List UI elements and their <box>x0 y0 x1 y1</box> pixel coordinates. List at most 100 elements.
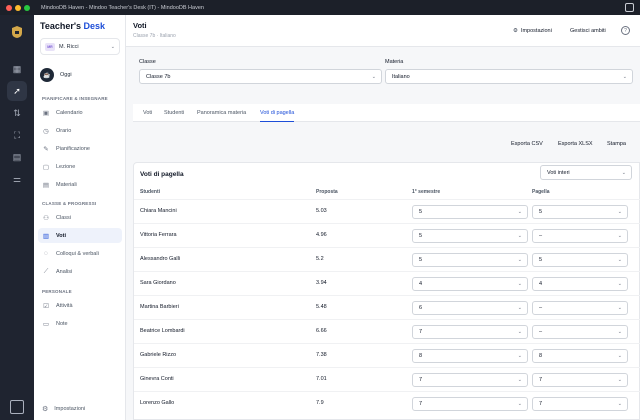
semester-grade-select[interactable]: 4 ⌄ <box>412 277 528 291</box>
student-name: Martina Barbieri <box>140 304 179 310</box>
subject-select[interactable]: Italiano ⌄ <box>385 69 633 84</box>
report-grade-value: 8 <box>539 353 543 359</box>
chevron-down-icon: ⌄ <box>617 377 622 383</box>
sidebar-item-label: Pianificazione <box>56 145 90 152</box>
settings-button[interactable]: ⚙ Impostazioni <box>513 24 552 38</box>
sidebar-item-materiali[interactable]: ▤ Materiali <box>38 177 122 192</box>
chevron-down-icon: ⌄ <box>617 353 622 359</box>
tab-studenti[interactable]: Studenti <box>164 104 184 122</box>
sidebar-item-pianificazione[interactable]: ✎ Pianificazione <box>38 141 122 156</box>
sidebar-item-colloqui[interactable]: ◌ Colloqui & verbali <box>38 246 122 261</box>
tab-voti[interactable]: Voti <box>143 104 152 122</box>
column-header-semester: 1° semestre <box>412 189 441 195</box>
column-header-students: Studenti <box>140 189 160 195</box>
report-grade-select[interactable]: – ⌄ <box>532 325 628 339</box>
semester-grade-select[interactable]: 7 ⌄ <box>412 373 528 387</box>
semester-grade-select[interactable]: 7 ⌄ <box>412 397 528 411</box>
chevron-down-icon: ⌄ <box>517 281 522 287</box>
semester-grade-value: 8 <box>419 353 423 359</box>
report-grade-select[interactable]: 7 ⌄ <box>532 373 628 387</box>
report-grade-select[interactable]: 5 ⌄ <box>532 253 628 267</box>
report-grade-select[interactable]: 5 ⌄ <box>532 205 628 219</box>
semester-grade-select[interactable]: 8 ⌄ <box>412 349 528 363</box>
semester-grade-select[interactable]: 5 ⌄ <box>412 229 528 243</box>
semester-grade-select[interactable]: 5 ⌄ <box>412 253 528 267</box>
semester-grade-value: 4 <box>419 281 423 287</box>
section-heading-plan: PIANIFICARE & INSEGNARE <box>42 96 108 101</box>
report-grade-select[interactable]: – ⌄ <box>532 301 628 315</box>
report-grade-select[interactable]: – ⌄ <box>532 229 628 243</box>
report-grade-select[interactable]: 8 ⌄ <box>532 349 628 363</box>
report-grade-select[interactable]: 4 ⌄ <box>532 277 628 291</box>
brand-text: Teacher's <box>40 21 84 31</box>
sidebar-item-lezione[interactable]: ▢ Lezione <box>38 159 122 174</box>
semester-grade-select[interactable]: 7 ⌄ <box>412 325 528 339</box>
today-button[interactable]: ☕ Oggi <box>40 68 72 82</box>
user-name: M. Ricci <box>59 43 79 50</box>
breadcrumb: Classe 7b · Italiano <box>133 33 176 39</box>
bar-chart-icon: ▥ <box>42 232 50 240</box>
edit-icon: ✎ <box>43 145 49 153</box>
sidebar-item-analisi[interactable]: ⟋ Analisi <box>38 264 122 279</box>
maximize-window-button[interactable] <box>24 4 30 11</box>
sidebar-item-note[interactable]: ▭ Note <box>38 316 122 331</box>
sidebar-item-label: Impostazioni <box>54 406 86 412</box>
scan-icon[interactable]: ⛶ <box>7 125 27 145</box>
tab-voti-di-pagella[interactable]: Voti di pagella <box>260 104 295 122</box>
close-window-button[interactable] <box>6 4 12 11</box>
sync-icon[interactable]: ⇅ <box>7 103 27 123</box>
sidebar-item-attivita[interactable]: ☑ Attività <box>38 298 122 313</box>
print-button[interactable]: Stampa <box>607 137 626 151</box>
extension-icon[interactable] <box>625 3 634 12</box>
chat-icon: ◌ <box>44 250 48 257</box>
sliders-icon[interactable]: ⚌ <box>7 169 27 189</box>
proposed-grade: 5.48 <box>316 304 327 310</box>
help-icon[interactable]: ? <box>621 26 630 35</box>
user-switcher[interactable]: MR M. Ricci ⌄ <box>40 38 120 55</box>
proposed-grade: 5.03 <box>316 208 327 214</box>
users-icon: ⚇ <box>43 214 49 222</box>
sidebar-item-impostazioni[interactable]: ⚙ Impostazioni <box>38 402 122 416</box>
dashboard-icon[interactable]: ▦ <box>7 59 27 79</box>
document-icon[interactable]: ▤ <box>7 147 27 167</box>
tab-panoramica-materia[interactable]: Panoramica materia <box>197 104 246 122</box>
export-csv-button[interactable]: Esporta CSV <box>511 137 543 151</box>
report-grade-value: – <box>539 329 543 335</box>
table-row: Martina Barbieri 5.48 6 ⌄ – ⌄ <box>134 295 640 319</box>
panel-toggle-icon[interactable] <box>10 400 24 414</box>
clock-icon: ◷ <box>43 127 49 135</box>
gear-icon: ⚙ <box>42 406 49 413</box>
chevron-down-icon: ⌄ <box>517 329 522 335</box>
class-select[interactable]: Classe 7b ⌄ <box>139 69 382 84</box>
table-row: Beatrice Lombardi 6.66 7 ⌄ – ⌄ <box>134 319 640 343</box>
sidebar-item-voti[interactable]: ▥ Voti <box>38 228 122 243</box>
avatar: MR <box>45 42 55 51</box>
report-grade-value: 4 <box>539 281 543 287</box>
section-heading-class: CLASSE & PROGRESSI <box>42 201 97 206</box>
semester-grade-select[interactable]: 6 ⌄ <box>412 301 528 315</box>
chevron-down-icon: ⌄ <box>517 257 522 263</box>
main-content: Voti Classe 7b · Italiano ⚙ Impostazioni … <box>126 15 640 420</box>
chevron-down-icon: ⌄ <box>617 209 622 215</box>
rocket-icon[interactable]: ➚ <box>7 81 27 101</box>
export-xlsx-button[interactable]: Esporta XLSX <box>558 137 593 151</box>
manage-scopes-button[interactable]: Gestisci ambiti <box>570 24 606 38</box>
table-row: Ginevra Conti 7.01 7 ⌄ 7 ⌄ <box>134 367 640 391</box>
semester-grade-select[interactable]: 5 ⌄ <box>412 205 528 219</box>
chevron-down-icon: ⌄ <box>517 353 522 359</box>
minimize-window-button[interactable] <box>15 4 21 11</box>
sidebar-item-calendario[interactable]: ▣ Calendario <box>38 105 122 120</box>
trend-icon: ⟋ <box>43 267 49 275</box>
report-grade-value: – <box>539 233 543 239</box>
student-name: Chiara Mancini <box>140 208 177 214</box>
grade-mode-select[interactable]: Voti interi ⌄ <box>540 165 632 180</box>
report-grade-select[interactable]: 7 ⌄ <box>532 397 628 411</box>
sidebar-item-label: Colloqui & verbali <box>56 250 99 257</box>
report-grades-card: Voti di pagella Voti interi ⌄ Studenti Pr… <box>133 162 640 420</box>
tab-bar: Voti Studenti Panoramica materia Voti di… <box>133 104 640 122</box>
chevron-down-icon: ⌄ <box>617 401 622 407</box>
sidebar-item-label: Attività <box>56 302 73 309</box>
sidebar-item-classi[interactable]: ⚇ Classi <box>38 210 122 225</box>
sidebar-item-orario[interactable]: ◷ Orario <box>38 123 122 138</box>
report-grade-value: 7 <box>539 377 543 383</box>
